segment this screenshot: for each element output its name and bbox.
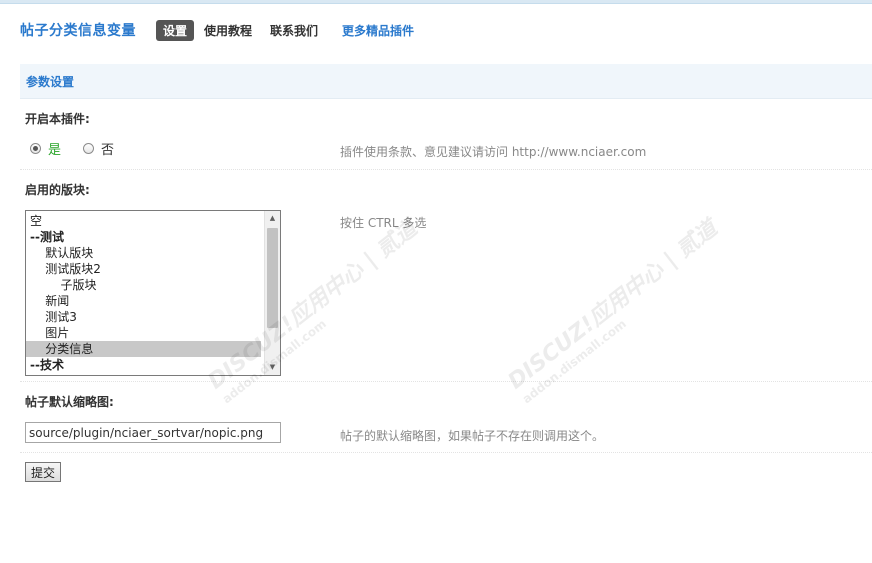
watermark-logo: DISCUZ!应用中心 | 贰道 addon.dismall.com [503,216,723,407]
row-divider [20,381,872,382]
thumbnail-hint: 帖子的默认缩略图，如果帖子不存在则调用这个。 [340,429,605,443]
list-item[interactable]: 分类信息 [26,341,261,357]
list-item[interactable]: 测试版块2 [26,261,261,277]
list-item[interactable]: 空 [26,213,261,229]
radio-no[interactable] [83,143,95,154]
list-item[interactable]: 子版块 [26,277,261,293]
scroll-up-arrow-icon[interactable]: ▲ [265,211,280,226]
forums-label: 启用的版块: [25,183,90,197]
enable-plugin-hint: 插件使用条款、意见建议请访问 http://www.nciaer.com [340,145,647,159]
list-item[interactable]: 默认版块 [26,245,261,261]
thumbnail-path-input[interactable] [25,422,281,443]
list-item[interactable]: 图片 [26,325,261,341]
list-scrollbar[interactable]: ▲ ▼ [264,211,280,375]
tab-tutorial[interactable]: 使用教程 [204,20,252,41]
enable-plugin-label: 开启本插件: [25,112,90,126]
top-border [0,0,872,4]
more-plugins-link[interactable]: 更多精品插件 [342,20,414,41]
radio-yes[interactable] [30,143,41,154]
row-divider [20,169,872,170]
list-item[interactable]: --测试 [26,229,261,245]
radio-yes-label[interactable]: 是 [48,139,61,158]
tab-settings[interactable]: 设置 [156,19,195,41]
row-divider [20,452,872,453]
plugin-header: 帖子分类信息变量 设置 使用教程 联系我们 更多精品插件 [20,19,432,41]
scroll-thumb[interactable] [267,228,278,328]
forums-multiselect[interactable]: 空 --测试 默认版块 测试版块2 子版块 新闻 测试3 图片 分类信息 --技… [25,210,281,376]
list-item[interactable]: 新闻 [26,293,261,309]
enable-radio-group: 是 否 [30,139,114,158]
section-title: 参数设置 [26,74,75,89]
scroll-down-arrow-icon[interactable]: ▼ [265,360,280,375]
plugin-title: 帖子分类信息变量 [20,23,136,39]
submit-button[interactable]: 提交 [25,462,62,482]
list-item[interactable]: 测试3 [26,309,261,325]
radio-no-label[interactable]: 否 [101,139,114,158]
list-item[interactable]: --技术 [26,357,261,373]
thumbnail-label: 帖子默认缩略图: [25,395,114,409]
tab-contact[interactable]: 联系我们 [270,20,318,41]
section-header: 参数设置 [20,64,872,99]
forums-hint: 按住 CTRL 多选 [340,216,427,230]
